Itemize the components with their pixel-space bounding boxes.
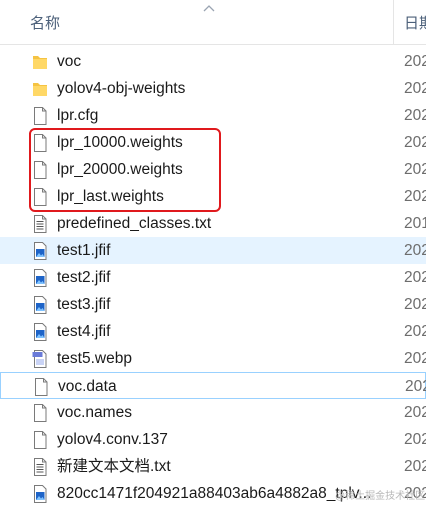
file-name: test3.jfif xyxy=(57,296,111,313)
file-date: 2021 xyxy=(404,134,426,151)
file-row[interactable]: yolov4.conv.137 2021 xyxy=(0,426,426,453)
file-icon xyxy=(32,377,50,397)
image-file-icon xyxy=(31,484,49,504)
file-icon xyxy=(31,133,49,153)
file-row[interactable]: 新建文本文档.txt 2021 xyxy=(0,453,426,480)
file-name: 820cc1471f204921a88403ab6a4882a8_tplv... xyxy=(57,485,372,502)
file-name: lpr_10000.weights xyxy=(57,134,183,151)
file-row[interactable]: lpr_10000.weights 2021 xyxy=(0,129,426,156)
file-date: 2021 xyxy=(404,107,426,124)
file-date: 2021 xyxy=(404,404,426,421)
text-file-icon xyxy=(31,457,49,477)
file-name: lpr.cfg xyxy=(57,107,99,124)
file-date: 2021 xyxy=(404,458,426,475)
image-file-icon xyxy=(31,322,49,342)
file-date: 2021 xyxy=(405,378,426,395)
sort-ascending-icon[interactable] xyxy=(203,4,215,12)
file-date: 2021 xyxy=(404,161,426,178)
file-name: test4.jfif xyxy=(57,323,111,340)
file-name: yolov4.conv.137 xyxy=(57,431,168,448)
file-icon xyxy=(31,106,49,126)
file-name: test5.webp xyxy=(57,350,132,367)
file-row[interactable]: test5.webp 2021 xyxy=(0,345,426,372)
column-header-date[interactable]: 日期 xyxy=(404,12,426,33)
webp-file-icon xyxy=(31,349,49,369)
file-name: lpr_20000.weights xyxy=(57,161,183,178)
file-date: 2021 xyxy=(404,323,426,340)
file-date: 2021 xyxy=(404,269,426,286)
file-row[interactable]: yolov4-obj-weights 2021 xyxy=(0,75,426,102)
file-date: 2021 xyxy=(404,350,426,367)
file-name: lpr_last.weights xyxy=(57,188,164,205)
image-file-icon xyxy=(31,241,49,261)
file-icon xyxy=(31,160,49,180)
file-date: 2021 xyxy=(404,188,426,205)
file-date: 2021 xyxy=(404,296,426,313)
file-date: 2021 xyxy=(404,431,426,448)
image-file-icon xyxy=(31,268,49,288)
file-name: voc.names xyxy=(57,404,132,421)
column-header-name[interactable]: 名称 xyxy=(30,12,60,33)
file-name: test2.jfif xyxy=(57,269,111,286)
file-date: 2021 xyxy=(404,242,426,259)
file-row[interactable]: test4.jfif 2021 xyxy=(0,318,426,345)
file-row[interactable]: voc.names 2021 xyxy=(0,399,426,426)
column-header: 名称 日期 xyxy=(0,0,426,45)
file-row[interactable]: voc.data 2021 xyxy=(0,372,426,399)
file-row[interactable]: lpr.cfg 2021 xyxy=(0,102,426,129)
file-name: predefined_classes.txt xyxy=(57,215,212,232)
file-list: voc 2021 yolov4-obj-weights 2021 lpr.cfg 2021… xyxy=(0,48,426,507)
file-row[interactable]: test3.jfif 2021 xyxy=(0,291,426,318)
file-name: 新建文本文档.txt xyxy=(57,458,171,475)
file-name: yolov4-obj-weights xyxy=(57,80,186,97)
column-divider[interactable] xyxy=(393,0,394,44)
file-row[interactable]: voc 2021 xyxy=(0,48,426,75)
file-name: voc xyxy=(57,53,82,70)
file-row[interactable]: lpr_20000.weights 2021 xyxy=(0,156,426,183)
file-row[interactable]: test1.jfif 2021 xyxy=(0,237,426,264)
folder-icon xyxy=(31,79,49,99)
text-file-icon xyxy=(31,214,49,234)
watermark: @稀土掘金技术社区 xyxy=(335,491,426,502)
file-row[interactable]: predefined_classes.txt 2019 xyxy=(0,210,426,237)
file-explorer: 名称 日期 voc2021yolov4-obj-weights2021lpr.c… xyxy=(0,0,426,515)
file-date: 2021 xyxy=(404,80,426,97)
file-name: test1.jfif xyxy=(57,242,111,259)
file-date: 2019 xyxy=(404,215,426,232)
file-name: voc.data xyxy=(58,378,117,395)
file-icon xyxy=(31,430,49,450)
file-icon xyxy=(31,403,49,423)
file-row[interactable]: test2.jfif 2021 xyxy=(0,264,426,291)
file-date: 2021 xyxy=(404,53,426,70)
file-icon xyxy=(31,187,49,207)
folder-icon xyxy=(31,52,49,72)
image-file-icon xyxy=(31,295,49,315)
file-row[interactable]: lpr_last.weights 2021 xyxy=(0,183,426,210)
